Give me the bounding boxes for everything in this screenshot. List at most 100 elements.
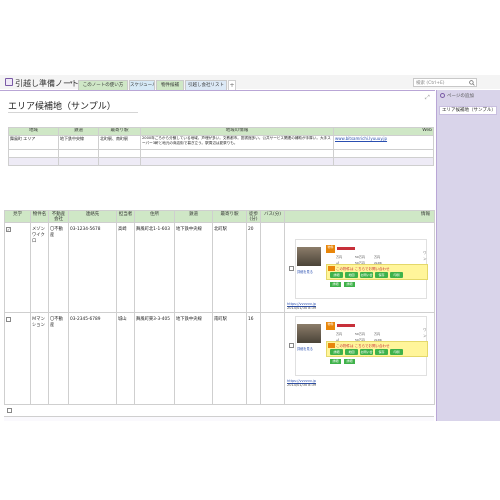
table-row: ✓ メゾン ワイクロ 〇不動産 03-1234-5678 高崎 舞風町北1-1-…: [4, 222, 435, 313]
print-button[interactable]: 印刷: [390, 349, 403, 355]
cell[interactable]: [98, 157, 141, 166]
property-station[interactable]: 南町駅: [212, 312, 247, 405]
property-info: 詳細を見る 物件 万円 50万円 万円 ㎡ 50万円 2LDK この物件は こちらでお問…: [284, 222, 435, 313]
inquiry-icon: [328, 266, 335, 271]
area-header-rail: 鉄道: [58, 127, 99, 136]
add-page-label[interactable]: ページの追加: [447, 94, 474, 99]
property-info-card: 詳細を見る 物件 万円 50万円 万円 ㎡ 50万円 2LDK この物件は こちらでお問…: [287, 316, 429, 387]
prop-header-info: 情報: [284, 210, 435, 223]
property-address[interactable]: 舞風町北1-1-603: [134, 222, 175, 313]
property-person[interactable]: 城山: [116, 312, 135, 405]
detail-button[interactable]: 詳細: [330, 349, 343, 355]
save-button[interactable]: 保存: [375, 349, 388, 355]
visit-checkbox[interactable]: [7, 408, 12, 413]
contact-button[interactable]: お問い合わせ: [360, 349, 373, 360]
area-web-link-text[interactable]: www.bitsamrichi.lyuuuy.jp: [335, 137, 387, 142]
property-phone[interactable]: 03-2345-6789: [68, 312, 117, 405]
small-detail-button[interactable]: 詳細: [330, 282, 341, 287]
small-detail-button[interactable]: 詳細: [330, 359, 341, 364]
table-row: [8, 149, 434, 158]
search-box[interactable]: 検索 (Ctrl+E): [413, 78, 477, 87]
property-rail[interactable]: 地下鉄中央線: [174, 312, 213, 405]
cell[interactable]: [58, 149, 99, 158]
clipped-web-content[interactable]: 詳細を見る 物件 万円 50万円 万円 ㎡ 50万円 2LDK この物件は こちらでお問…: [295, 316, 428, 376]
clipped-web-content[interactable]: 詳細を見る 物件 万円 50万円 万円 ㎡ 50万円 2LDK この物件は こちらでお問…: [295, 239, 428, 299]
area-info[interactable]: 2000年ごろから分譲している地域。芦埋が多い。文教都市。図書館多い。公共サービ…: [140, 135, 334, 150]
area-rail[interactable]: 地下鉄中央線: [58, 135, 99, 150]
contact-button[interactable]: お問い合わせ: [360, 272, 373, 283]
notebook-dropdown-icon[interactable]: ▾: [70, 80, 73, 86]
clip-date: 2014/01/30 8:39: [287, 383, 317, 387]
property-agency[interactable]: 〇不動産: [48, 312, 69, 405]
property-walk[interactable]: 16: [246, 312, 261, 405]
visit-checkbox[interactable]: ✓: [6, 227, 11, 232]
detail-button[interactable]: 詳細: [330, 272, 343, 278]
small-detail-button[interactable]: 詳細: [344, 282, 355, 287]
cell[interactable]: [8, 157, 59, 166]
property-badge: 物件: [326, 245, 335, 253]
property-bus[interactable]: [260, 222, 285, 313]
property-agency[interactable]: 〇不動産: [48, 222, 69, 313]
add-page-button[interactable]: ページの追加: [440, 93, 498, 101]
cell[interactable]: [8, 149, 59, 158]
property-walk[interactable]: 20: [246, 222, 261, 313]
property-rail[interactable]: 地下鉄中央線: [174, 222, 213, 313]
cell[interactable]: [140, 157, 334, 166]
cell[interactable]: [98, 149, 141, 158]
title-divider: [8, 112, 138, 113]
property-name[interactable]: メゾン ワイクロ: [30, 222, 49, 313]
info-checkbox[interactable]: [289, 266, 294, 271]
info-checkbox[interactable]: [289, 343, 294, 348]
clip-date: 2014/01/30 8:39: [287, 306, 317, 310]
cell[interactable]: [333, 157, 434, 166]
add-section-button[interactable]: +: [228, 80, 236, 90]
prop-header-person: 担当者: [116, 210, 135, 223]
print-button[interactable]: 印刷: [390, 272, 403, 278]
table-row: Ｍマンション 〇不動産 03-2345-6789 城山 舞風町東3-3-405 …: [4, 312, 435, 405]
page-list-item[interactable]: エリア候補地（サンプル）: [439, 106, 497, 115]
notebook-icon: [5, 78, 13, 86]
expand-icon[interactable]: ⤢: [425, 94, 430, 102]
property-badge: 物件: [326, 322, 335, 330]
property-phone[interactable]: 03-1234-5678: [68, 222, 117, 313]
tab-schedule[interactable]: スケジュール: [129, 80, 155, 90]
add-page-icon[interactable]: [440, 93, 445, 98]
map-button[interactable]: 地図: [345, 349, 358, 355]
property-info: 詳細を見る 物件 万円 50万円 万円 ㎡ 50万円 2LDK この物件は こちらでお問…: [284, 312, 435, 405]
area-station[interactable]: 北町駅、南町駅: [98, 135, 141, 150]
tab-how-to-use[interactable]: このノートの使い方: [78, 80, 128, 90]
map-button[interactable]: 地図: [345, 272, 358, 278]
property-name[interactable]: Ｍマンション: [30, 312, 49, 405]
search-icon[interactable]: [469, 80, 475, 86]
table-row: [8, 157, 434, 166]
property-station[interactable]: 北町駅: [212, 222, 247, 313]
cell[interactable]: [140, 149, 334, 158]
area-region[interactable]: 舞風町 エリア: [8, 135, 59, 150]
property-person[interactable]: 高崎: [116, 222, 135, 313]
small-detail-button[interactable]: 詳細: [344, 359, 355, 364]
cell[interactable]: [58, 157, 99, 166]
area-header-info: 地域の情報: [140, 127, 334, 136]
property-address[interactable]: 舞風町東3-3-405: [134, 312, 175, 405]
inquiry-icon: [328, 343, 335, 348]
photo-caption[interactable]: 詳細を見る: [297, 269, 313, 275]
visit-checkbox[interactable]: [6, 317, 11, 322]
tab-properties[interactable]: 物件候補: [156, 80, 184, 90]
property-photo[interactable]: [297, 324, 321, 343]
search-input[interactable]: 検索 (Ctrl+E): [416, 80, 445, 86]
cell[interactable]: [333, 149, 434, 158]
blank-area: [0, 421, 500, 500]
page-title[interactable]: エリア候補地（サンプル）: [8, 99, 116, 112]
favorite-bar: [337, 247, 355, 250]
prop-header-agency: 不動産会社: [48, 210, 69, 223]
area-header-region: 地域: [8, 127, 59, 136]
favorite-bar: [337, 324, 355, 327]
visit-cell: [4, 312, 31, 405]
prop-header-address: 住所: [134, 210, 175, 223]
tab-movers-list[interactable]: 引越し会社リスト: [185, 80, 227, 90]
photo-caption[interactable]: 詳細を見る: [297, 346, 313, 352]
save-button[interactable]: 保存: [375, 272, 388, 278]
property-bus[interactable]: [260, 312, 285, 405]
property-photo[interactable]: [297, 247, 321, 266]
area-web-link[interactable]: www.bitsamrichi.lyuuuy.jp: [333, 135, 434, 150]
